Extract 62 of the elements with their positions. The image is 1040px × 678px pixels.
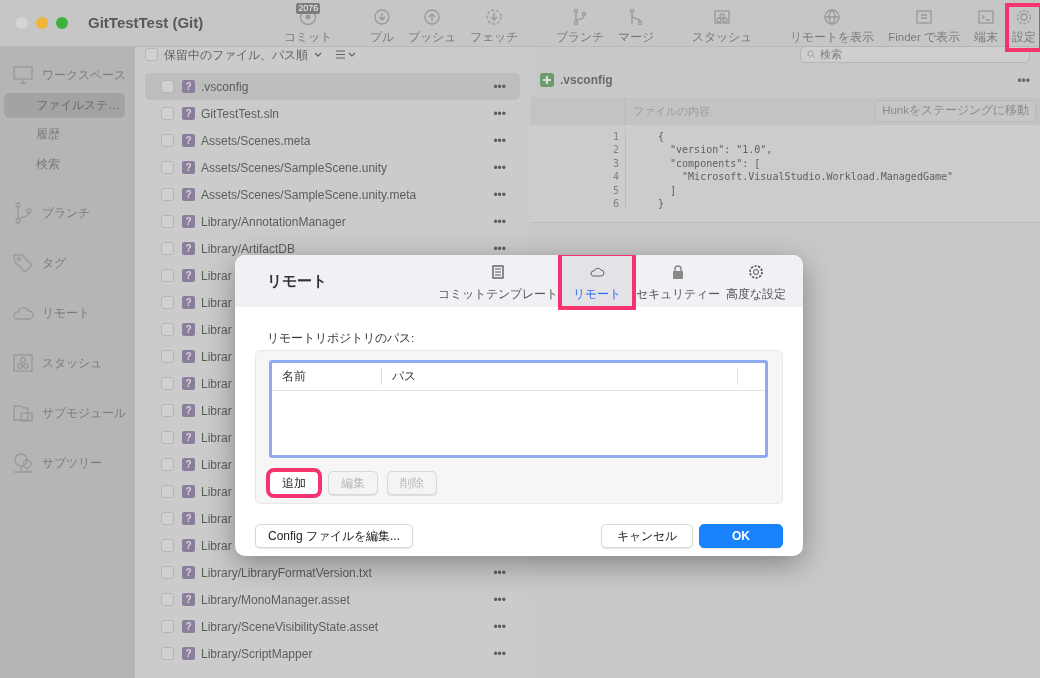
untracked-badge: ? xyxy=(182,458,195,471)
file-name: Library/LibraryFormatVersion.txt xyxy=(201,564,372,582)
code-line: "components": [ xyxy=(669,156,761,171)
untracked-badge: ? xyxy=(182,134,195,147)
file-name: Library/SceneVisibilityState.asset xyxy=(201,618,379,636)
code-line: { xyxy=(658,130,665,144)
file-name: .vsconfig xyxy=(560,71,613,89)
untracked-badge: ? xyxy=(182,539,195,552)
file-name: Library/AnnotationManager xyxy=(201,213,346,231)
untracked-badge: ? xyxy=(182,215,195,228)
untracked-badge: ? xyxy=(182,593,195,606)
file-name: Assets/Scenes.meta xyxy=(201,132,311,150)
line-number: 2 xyxy=(530,143,626,157)
line-number: 6 xyxy=(530,197,626,211)
count-badge: 2076 xyxy=(296,3,321,15)
file-name: Library/MonoManager.asset xyxy=(201,591,350,609)
untracked-badge: ? xyxy=(182,485,195,498)
file-name: Librar xyxy=(201,429,232,447)
file-name: Librar xyxy=(201,375,232,393)
file-name: Librar xyxy=(201,483,232,501)
untracked-badge: ? xyxy=(182,323,195,336)
file-name: Assets/Scenes/SampleScene.unity.meta xyxy=(201,186,417,204)
file-name: GitTestTest.sln xyxy=(201,105,280,123)
file-name: Librar xyxy=(201,456,232,474)
file-name: Librar xyxy=(201,402,232,420)
file-name: Librar xyxy=(201,537,232,555)
untracked-badge: ? xyxy=(182,620,195,633)
code-line: ] xyxy=(669,183,677,198)
file-name: Librar xyxy=(201,267,232,285)
untracked-badge: ? xyxy=(182,647,195,660)
untracked-badge: ? xyxy=(182,566,195,579)
search-placeholder: 検索 xyxy=(820,47,842,63)
file-name: .vsconfig xyxy=(201,78,249,96)
file-name: Librar xyxy=(201,294,232,312)
untracked-badge: ? xyxy=(182,377,195,390)
line-number: 5 xyxy=(530,183,626,198)
untracked-badge: ? xyxy=(182,350,195,363)
untracked-badge: ? xyxy=(182,161,195,174)
code-line: "version": "1.0", xyxy=(669,143,773,157)
section-label: リモートリポジトリのパス: xyxy=(267,331,416,346)
file-name: Library/ArtifactDB xyxy=(201,240,296,258)
file-name: Librar xyxy=(201,510,232,528)
untracked-badge: ? xyxy=(182,296,195,309)
dialog-title: リモート xyxy=(267,270,327,291)
untracked-badge: ? xyxy=(182,269,195,282)
file-name: Library/ScriptMapper xyxy=(201,645,313,663)
untracked-badge: ? xyxy=(182,188,195,201)
code-line: } xyxy=(658,197,665,211)
line-number: 3 xyxy=(530,156,626,171)
untracked-badge: ? xyxy=(182,242,195,255)
untracked-badge: ? xyxy=(182,512,195,525)
file-name: Assets/Scenes/SampleScene.unity xyxy=(201,159,388,177)
untracked-badge: ? xyxy=(182,107,195,120)
line-number: 1 xyxy=(530,130,626,144)
file-name: Librar xyxy=(201,321,232,339)
file-name: Librar xyxy=(201,348,232,366)
untracked-badge: ? xyxy=(182,404,195,417)
untracked-badge: ? xyxy=(182,80,195,93)
window-title: GitTestTest (Git) xyxy=(88,12,205,33)
code-line: "Microsoft.VisualStudio.Workload.ManagedGame" xyxy=(681,170,953,184)
line-number: 4 xyxy=(530,170,626,184)
untracked-badge: ? xyxy=(182,431,195,444)
